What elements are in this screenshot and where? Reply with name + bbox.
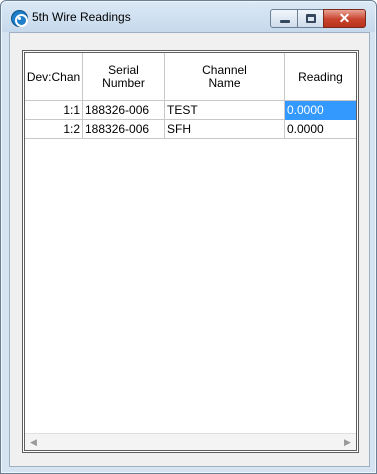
maximize-button[interactable] bbox=[297, 9, 324, 28]
horizontal-scrollbar[interactable]: ◀ ▶ bbox=[25, 433, 356, 450]
title-bar[interactable]: 5th Wire Readings ✕ bbox=[2, 2, 375, 32]
cell-channel-name[interactable]: TEST bbox=[165, 101, 285, 120]
window-title: 5th Wire Readings bbox=[32, 10, 131, 24]
cell-reading[interactable]: 0.0000 bbox=[285, 101, 356, 120]
cell-channel-name[interactable]: SFH bbox=[165, 120, 285, 139]
table-row[interactable]: 1:1 188326-006 TEST 0.0000 bbox=[25, 101, 356, 120]
maximize-icon bbox=[306, 14, 316, 23]
minimize-button[interactable] bbox=[270, 9, 298, 28]
cell-serial-number[interactable]: 188326-006 bbox=[83, 101, 165, 120]
cell-serial-number[interactable]: 188326-006 bbox=[83, 120, 165, 139]
minimize-icon bbox=[280, 20, 290, 23]
cell-dev-chan[interactable]: 1:1 bbox=[25, 101, 83, 120]
column-header-reading[interactable]: Reading bbox=[285, 53, 356, 101]
close-icon: ✕ bbox=[338, 10, 351, 26]
app-icon bbox=[11, 10, 28, 27]
readings-grid[interactable]: Dev:Chan Serial Number Channel Name Read… bbox=[22, 50, 359, 453]
column-header-serial-number[interactable]: Serial Number bbox=[83, 53, 165, 101]
column-header-channel-name[interactable]: Channel Name bbox=[165, 53, 285, 101]
column-header-dev-chan[interactable]: Dev:Chan bbox=[25, 53, 83, 101]
cell-dev-chan[interactable]: 1:2 bbox=[25, 120, 83, 139]
scroll-left-icon[interactable]: ◀ bbox=[25, 434, 42, 451]
table-row[interactable]: 1:2 188326-006 SFH 0.0000 bbox=[25, 120, 356, 139]
scroll-right-icon[interactable]: ▶ bbox=[339, 434, 356, 451]
close-button[interactable]: ✕ bbox=[323, 9, 366, 28]
cell-reading[interactable]: 0.0000 bbox=[285, 120, 356, 139]
grid-header: Dev:Chan Serial Number Channel Name Read… bbox=[25, 53, 356, 101]
